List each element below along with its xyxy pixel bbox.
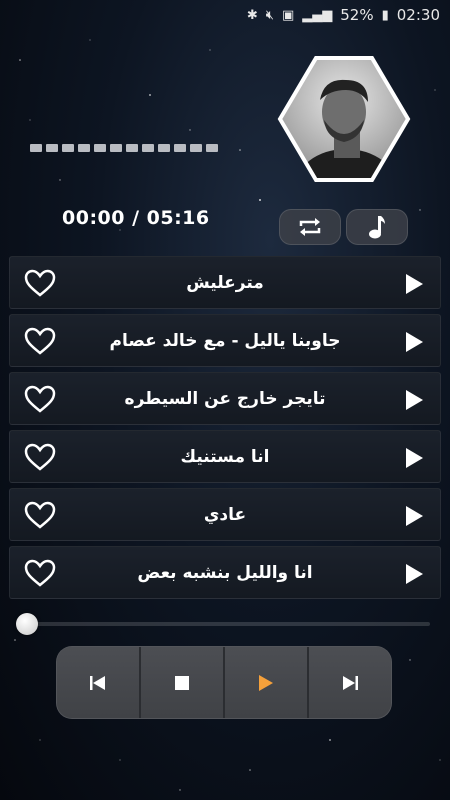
- track-item[interactable]: عادي: [9, 488, 441, 541]
- repeat-button[interactable]: [279, 209, 341, 245]
- transport-controls: [56, 646, 392, 719]
- heart-icon[interactable]: [24, 326, 56, 356]
- heart-icon[interactable]: [24, 442, 56, 472]
- bluetooth-icon: ✱: [246, 7, 258, 23]
- play-icon[interactable]: [404, 273, 424, 295]
- play-icon: [259, 674, 273, 691]
- track-item[interactable]: انا والليل بنشبه بعض: [9, 546, 441, 599]
- heart-icon[interactable]: [24, 384, 56, 414]
- track-title: عادي: [203, 504, 247, 525]
- seek-thumb[interactable]: [16, 613, 38, 635]
- next-icon: [343, 675, 358, 690]
- track-item[interactable]: جاوبنا ياليل - مع خالد عصام: [9, 314, 441, 367]
- stop-button[interactable]: [141, 647, 225, 718]
- play-icon[interactable]: [404, 331, 424, 353]
- track-item[interactable]: مترعليش: [9, 256, 441, 309]
- signal-icon: ▂▄▆: [302, 7, 333, 23]
- music-note-icon: [369, 216, 385, 239]
- play-icon[interactable]: [404, 563, 424, 585]
- previous-icon: [90, 675, 105, 690]
- track-title: جاوبنا ياليل - مع خالد عصام: [109, 330, 341, 351]
- track-list: مترعليش جاوبنا ياليل - مع خالد عصام تايج…: [9, 256, 441, 604]
- nfc-icon: ▣: [281, 7, 295, 23]
- music-button[interactable]: [346, 209, 408, 245]
- battery-icon: ▮: [381, 7, 389, 23]
- audio-visualizer: [30, 144, 218, 152]
- play-icon[interactable]: [404, 505, 424, 527]
- play-button[interactable]: [225, 647, 309, 718]
- repeat-icon: [299, 218, 321, 236]
- track-title: مترعليش: [186, 272, 264, 293]
- heart-icon[interactable]: [24, 268, 56, 298]
- artist-avatar: [276, 54, 412, 184]
- time-display: 00:00 / 05:16: [62, 207, 210, 229]
- track-item[interactable]: انا مستنيك: [9, 430, 441, 483]
- battery-percent: 52%: [340, 6, 374, 24]
- track-title: انا والليل بنشبه بعض: [137, 562, 313, 583]
- stop-icon: [175, 675, 189, 690]
- mute-icon: 🔇︎: [265, 7, 274, 23]
- status-bar: ✱ 🔇︎ ▣ ▂▄▆ 52% ▮ 02:30: [0, 0, 450, 30]
- next-button[interactable]: [309, 647, 391, 718]
- track-title: انا مستنيك: [180, 446, 270, 467]
- track-title: تايجر خارج عن السيطره: [124, 388, 326, 409]
- seek-bar[interactable]: [16, 613, 430, 635]
- clock: 02:30: [396, 6, 440, 24]
- heart-icon[interactable]: [24, 500, 56, 530]
- play-icon[interactable]: [404, 447, 424, 469]
- heart-icon[interactable]: [24, 558, 56, 588]
- play-icon[interactable]: [404, 389, 424, 411]
- previous-button[interactable]: [57, 647, 141, 718]
- track-item[interactable]: تايجر خارج عن السيطره: [9, 372, 441, 425]
- seek-rail[interactable]: [18, 622, 430, 626]
